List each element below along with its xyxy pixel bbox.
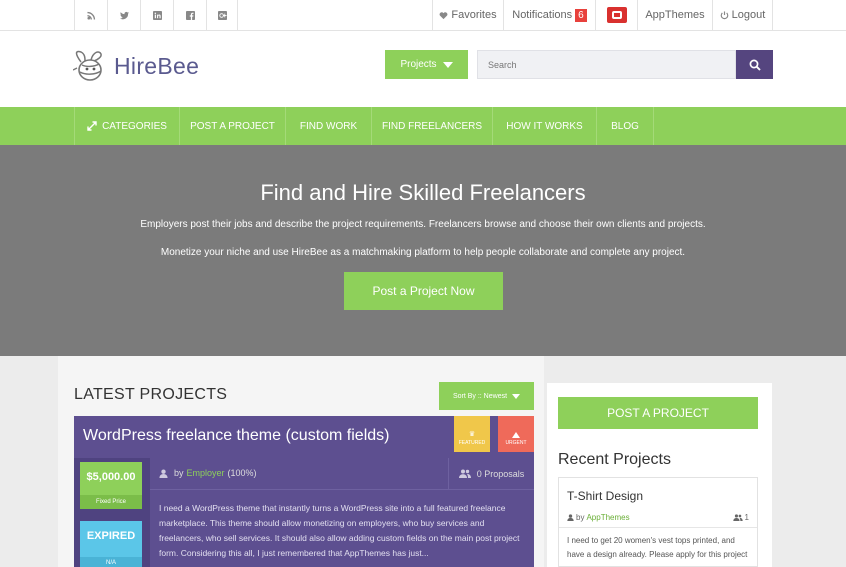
crown-icon: ♛ [468,431,476,438]
featured-ribbon: ♛ FEATURED [454,416,490,452]
logout-link[interactable]: Logout [712,0,773,30]
price-box: $5,000.00 Fixed Price [80,462,142,509]
nav-item-how-it-works[interactable]: HOW IT WORKS [493,107,597,145]
sort-dropdown-button[interactable]: Sort By :: Newest [439,382,534,410]
proposals-count: 0 Proposals [448,458,534,489]
warning-icon [512,432,520,438]
search-icon [749,59,761,71]
facebook-icon[interactable] [173,0,206,30]
users-icon [458,469,471,478]
divider [559,527,757,528]
recent-projects-heading: Recent Projects [558,451,671,468]
recent-project-title[interactable]: T-Shirt Design [567,489,643,503]
appthemes-label: AppThemes [645,9,705,21]
status-box: EXPIRED N/A [80,521,142,567]
nav-label: BLOG [611,120,639,132]
urgent-ribbon: URGENT [498,416,534,452]
recent-project-description: I need to get 20 women's vest tops print… [567,536,748,559]
recent-count-value: 1 [744,513,749,522]
appthemes-icon [606,7,627,23]
nav-item-blog[interactable]: BLOG [597,107,654,145]
notifications-count-badge: 6 [575,8,587,22]
top-utility-bar: Favorites Notifications 6 AppThemes Logo… [0,0,846,31]
project-author: by Employer (100%) [159,468,257,478]
hero-banner: Find and Hire Skilled Freelancers Employ… [0,145,846,356]
caret-down-icon [442,61,453,68]
by-prefix: by [174,468,184,478]
projects-dropdown-label: Projects [400,59,437,70]
recent-project-count: 1 [732,513,749,522]
by-prefix: by [576,513,585,522]
nav-item-find-freelancers[interactable]: FIND FREELANCERS [372,107,493,145]
power-icon [720,10,728,19]
users-icon [732,514,743,521]
caret-down-icon [512,393,521,399]
projects-dropdown-button[interactable]: Projects [385,50,468,79]
latest-projects-heading: LATEST PROJECTS [74,386,228,403]
recent-project-author: by AppThemes [567,513,630,522]
recent-project-card[interactable]: T-Shirt Design by AppThemes 1 I need to … [558,477,758,567]
project-description: I need a WordPress theme that instantly … [159,503,520,558]
hero-title: Find and Hire Skilled Freelancers [260,180,586,205]
notifications-link[interactable]: Notifications 6 [503,0,595,30]
logo-text: HireBee [114,52,200,79]
status-sub: N/A [80,557,142,567]
nav-item-categories[interactable]: CATEGORIES [74,107,180,145]
twitter-icon[interactable] [107,0,140,30]
sort-label: Sort By :: Newest [452,392,508,400]
main-navigation: CATEGORIES POST A PROJECT FIND WORK FIND… [0,107,846,145]
hero-text-line-1: Employers post their jobs and describe t… [140,219,706,230]
site-logo[interactable]: HireBee [73,50,199,82]
nav-label: POST A PROJECT [190,120,275,132]
recent-author-link[interactable]: AppThemes [586,513,629,522]
appthemes-link[interactable]: AppThemes [637,0,712,30]
heart-icon [439,11,448,19]
nav-label: HOW IT WORKS [506,120,583,132]
project-card[interactable]: WordPress freelance theme (custom fields… [74,416,534,567]
sidebar-post-project-button[interactable]: POST A PROJECT [558,397,758,429]
appthemes-icon-link[interactable] [595,0,637,30]
expand-arrows-icon [87,121,97,131]
search-input[interactable]: Search [477,50,736,79]
price-type: Fixed Price [80,495,142,509]
author-rating: (100%) [227,468,257,478]
urgent-label: URGENT [505,440,527,446]
linkedin-icon[interactable] [140,0,173,30]
hero-text-line-2: Monetize your niche and use HireBee as a… [160,247,686,258]
author-link[interactable]: Employer [187,468,225,478]
favorites-label: Favorites [451,9,497,21]
user-icon [159,469,168,478]
favorites-link[interactable]: Favorites [432,0,503,30]
logout-label: Logout [731,9,766,21]
search-button[interactable] [736,50,773,79]
nav-label: CATEGORIES [102,120,167,132]
site-header: HireBee Projects Search [0,31,846,107]
nav-item-find-work[interactable]: FIND WORK [286,107,372,145]
post-a-project-now-button[interactable]: Post a Project Now [344,272,503,310]
user-icon [567,514,574,521]
project-status: EXPIRED [86,530,136,542]
nav-label: FIND FREELANCERS [381,120,482,132]
project-title[interactable]: WordPress freelance theme (custom fields… [83,427,389,445]
featured-label: FEATURED [458,440,486,446]
project-meta: by Employer (100%) 0 Proposals [150,458,534,490]
nav-item-post-a-project[interactable]: POST A PROJECT [180,107,286,145]
rss-icon[interactable] [74,0,107,30]
notifications-label: Notifications [512,9,573,21]
bee-icon [73,50,102,81]
google-plus-icon[interactable] [206,0,238,30]
proposals-label: 0 Proposals [476,468,525,479]
nav-label: FIND WORK [299,120,358,132]
project-price: $5,000.00 [86,471,136,483]
